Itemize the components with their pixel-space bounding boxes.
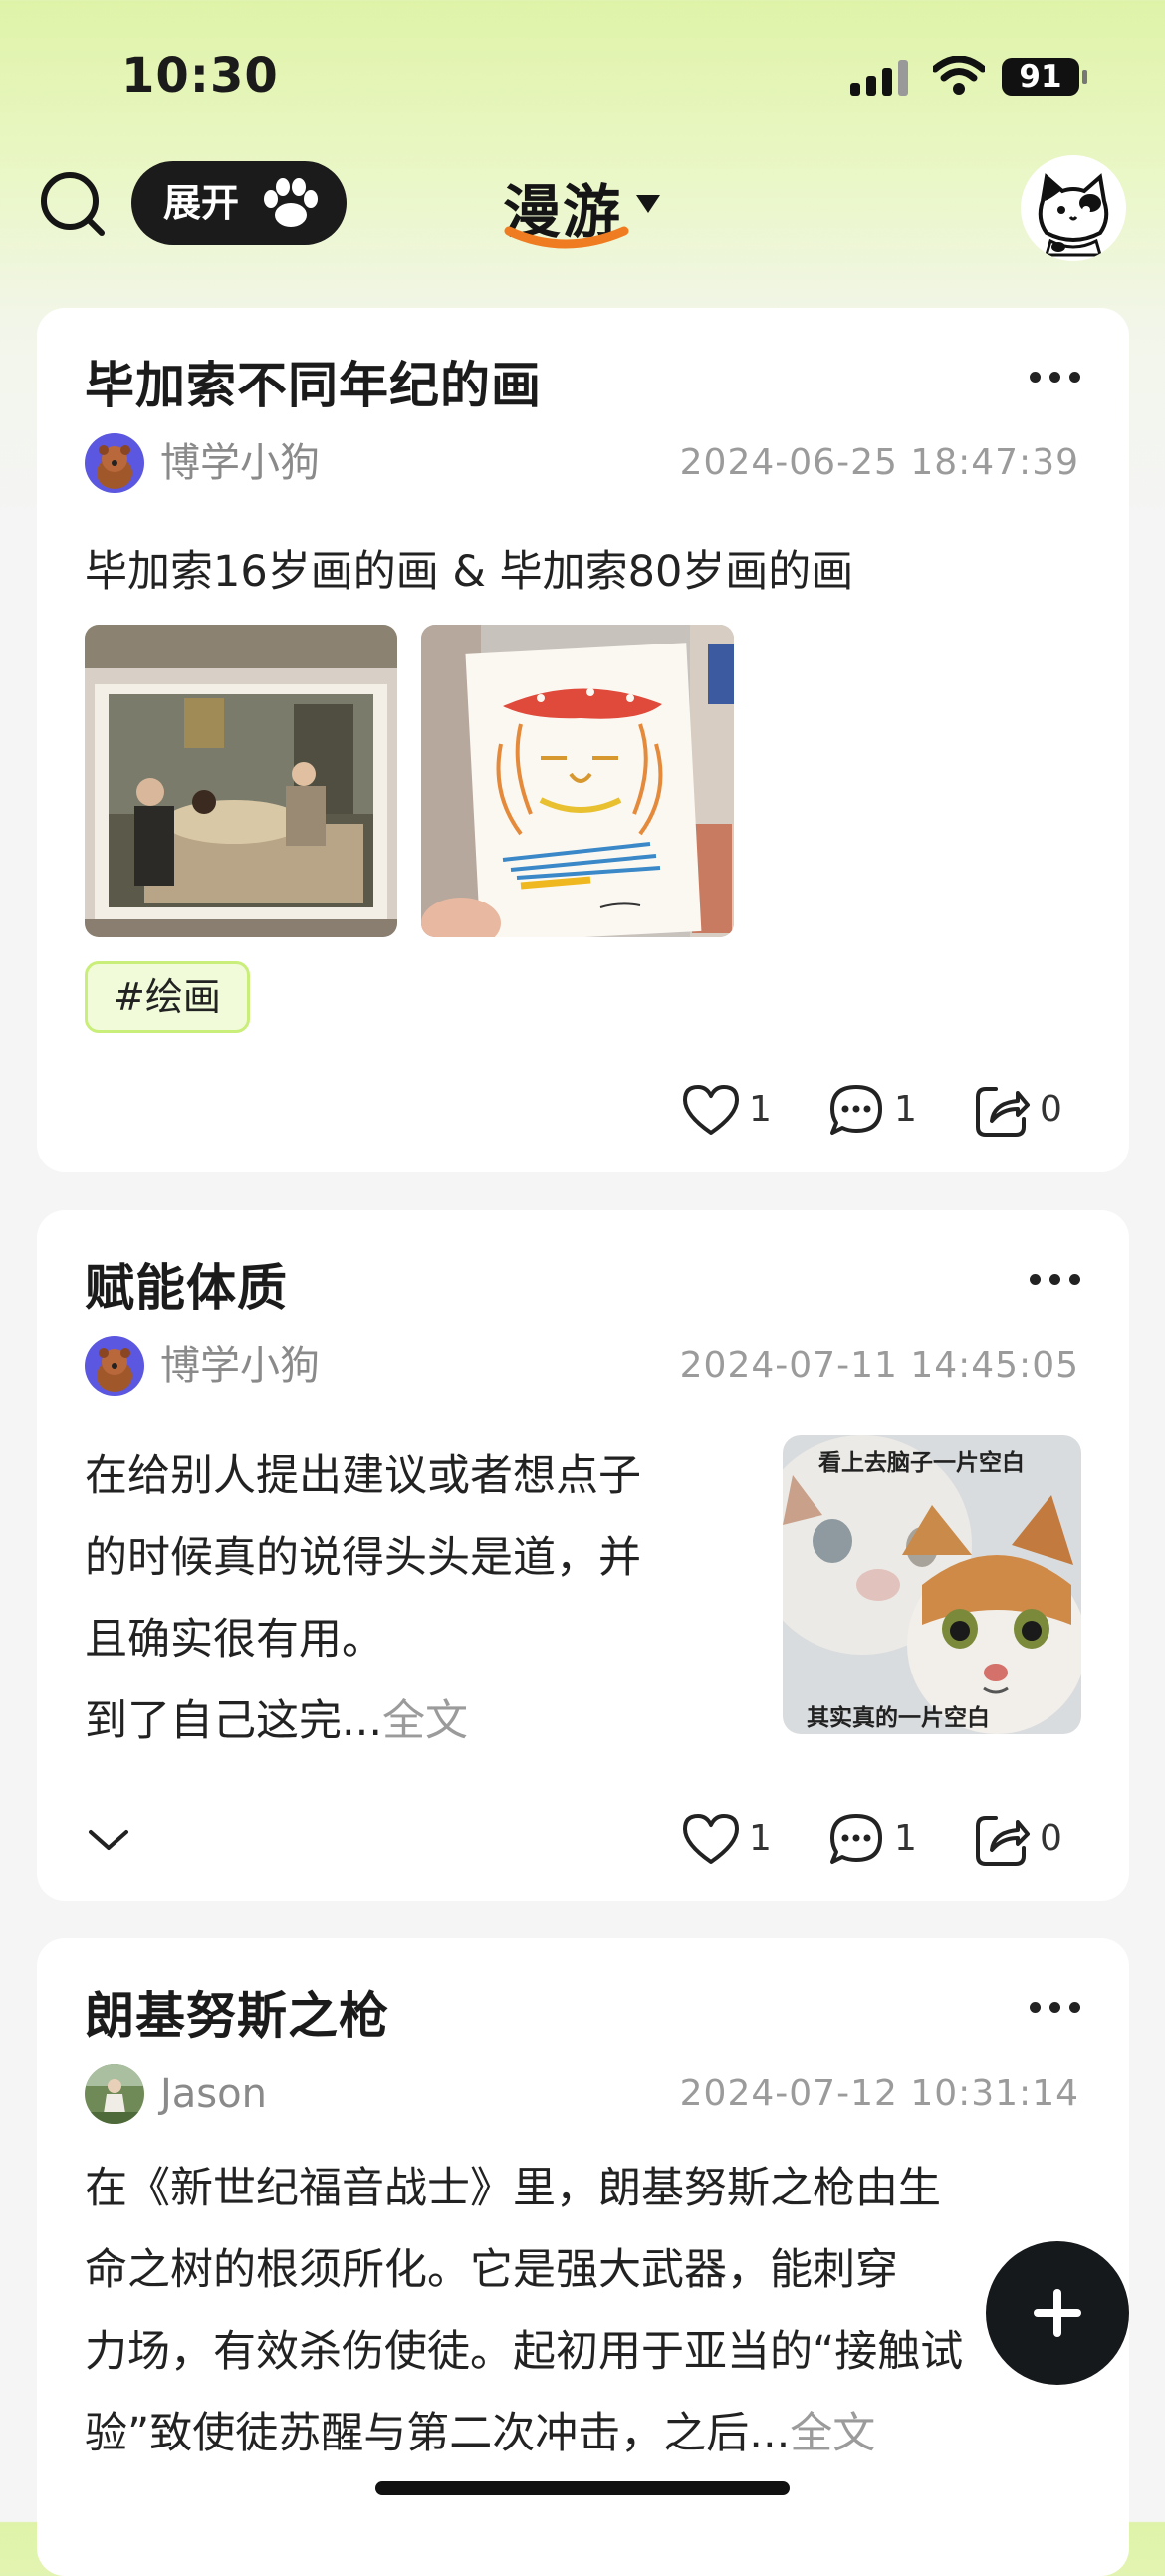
post-card[interactable]: 朗基努斯之枪 Jason 2024-07-12 10:31:14 在《新世纪福音… (37, 1938, 1129, 2576)
title-underline (504, 226, 629, 249)
post-title: 朗基努斯之枪 (85, 1987, 389, 2045)
post-image-cat-meme[interactable]: 看上去脑子一片空白 其实真的一片空白 (783, 1435, 1081, 1734)
search-icon[interactable] (38, 169, 108, 239)
status-bar: 10:30 91 (0, 0, 1165, 149)
comment-icon (830, 1814, 882, 1864)
comment-count: 1 (894, 1818, 917, 1859)
like-button[interactable]: 1 (681, 1810, 781, 1870)
post-text-line[interactable]: 在给别人提出建议或者想点子 (85, 1435, 641, 1517)
post-text-line[interactable]: 在《新世纪福音战士》里，朗基努斯之枪由生 (85, 2148, 941, 2229)
comment-count: 1 (894, 1089, 917, 1130)
post-text[interactable]: 毕加索16岁画的画 & 毕加索80岁画的画 (85, 531, 853, 613)
like-count: 1 (749, 1818, 772, 1859)
share-button[interactable]: 0 (972, 1810, 1071, 1870)
cat-avatar-icon (1038, 173, 1109, 257)
share-count: 0 (1040, 1818, 1062, 1859)
share-button[interactable]: 0 (972, 1081, 1071, 1141)
author-name[interactable]: Jason (160, 2064, 267, 2124)
topic-tag[interactable]: #绘画 (85, 961, 250, 1033)
top-nav: 展开 漫游 (0, 149, 1165, 269)
status-time: 10:30 (121, 48, 279, 104)
expand-label: 展开 (163, 181, 240, 225)
post-card[interactable]: 毕加索不同年纪的画 博学小狗 2024-06-25 18:47:39 毕加索16… (37, 308, 1129, 1172)
post-text-line[interactable]: 且确实很有用。 (85, 1599, 384, 1680)
heart-icon (683, 1085, 739, 1135)
post-actions: 1 1 0 (681, 1081, 1079, 1141)
chevron-down-icon[interactable] (85, 1824, 132, 1854)
post-title: 赋能体质 (85, 1259, 288, 1317)
expand-button[interactable]: 展开 (131, 161, 347, 245)
author-name[interactable]: 博学小狗 (160, 433, 320, 493)
meme-caption-bottom: 其实真的一片空白 (807, 1705, 990, 1731)
post-text-line[interactable]: 力场，有效杀伤使徒。起初用于亚当的“接触试 (85, 2311, 963, 2393)
home-indicator[interactable] (375, 2481, 790, 2495)
more-icon[interactable] (1030, 2000, 1081, 2016)
user-avatar[interactable] (1021, 155, 1126, 261)
post-time: 2024-06-25 18:47:39 (679, 442, 1079, 483)
post-time: 2024-07-11 14:45:05 (679, 1345, 1079, 1386)
author-name[interactable]: 博学小狗 (160, 1336, 320, 1396)
fulltext-link[interactable]: 全文 (382, 1696, 468, 1746)
post-card[interactable]: 赋能体质 博学小狗 2024-07-11 14:45:05 在给别人提出建议或者… (37, 1210, 1129, 1901)
like-count: 1 (749, 1089, 772, 1130)
post-text-line[interactable]: 命之树的根须所化。它是强大武器，能刺穿 (85, 2229, 898, 2311)
truncated-text: 验”致使徒苏醒与第二次冲击，之后... (85, 2409, 791, 2458)
feed-selector[interactable]: 漫游 (503, 165, 682, 255)
paw-icon (264, 178, 318, 227)
post-text-line[interactable]: 验”致使徒苏醒与第二次冲击，之后...全文 (85, 2393, 875, 2474)
comment-button[interactable]: 1 (826, 1810, 926, 1870)
dropdown-arrow-icon (636, 195, 660, 213)
more-icon[interactable] (1030, 370, 1081, 386)
share-icon (976, 1816, 1030, 1866)
post-time: 2024-07-12 10:31:14 (679, 2073, 1079, 2114)
like-button[interactable]: 1 (681, 1081, 781, 1141)
truncated-text: 到了自己这完... (85, 1696, 383, 1746)
share-count: 0 (1040, 1089, 1062, 1130)
heart-icon (683, 1814, 739, 1864)
battery-indicator: 91 (1002, 58, 1079, 96)
author-avatar[interactable] (85, 433, 144, 493)
post-text-line[interactable]: 到了自己这完...全文 (85, 1680, 468, 1762)
wifi-icon (933, 56, 985, 95)
post-text-line[interactable]: 的时候真的说得头头是道，并 (85, 1517, 641, 1599)
author-avatar[interactable] (85, 2064, 144, 2124)
share-icon (976, 1087, 1030, 1137)
post-image-painting-2[interactable] (421, 625, 734, 937)
post-actions: 1 1 0 (681, 1810, 1079, 1870)
create-post-button[interactable] (986, 2241, 1129, 2385)
battery-tip (1082, 70, 1087, 84)
meme-caption-top: 看上去脑子一片空白 (818, 1450, 1025, 1476)
comment-button[interactable]: 1 (826, 1081, 926, 1141)
fulltext-link[interactable]: 全文 (790, 2409, 875, 2458)
more-icon[interactable] (1030, 1272, 1081, 1288)
signal-icon (850, 60, 910, 96)
post-image-painting-1[interactable] (85, 625, 397, 937)
comment-icon (830, 1085, 882, 1135)
post-title: 毕加索不同年纪的画 (85, 357, 542, 414)
author-avatar[interactable] (85, 1336, 144, 1396)
